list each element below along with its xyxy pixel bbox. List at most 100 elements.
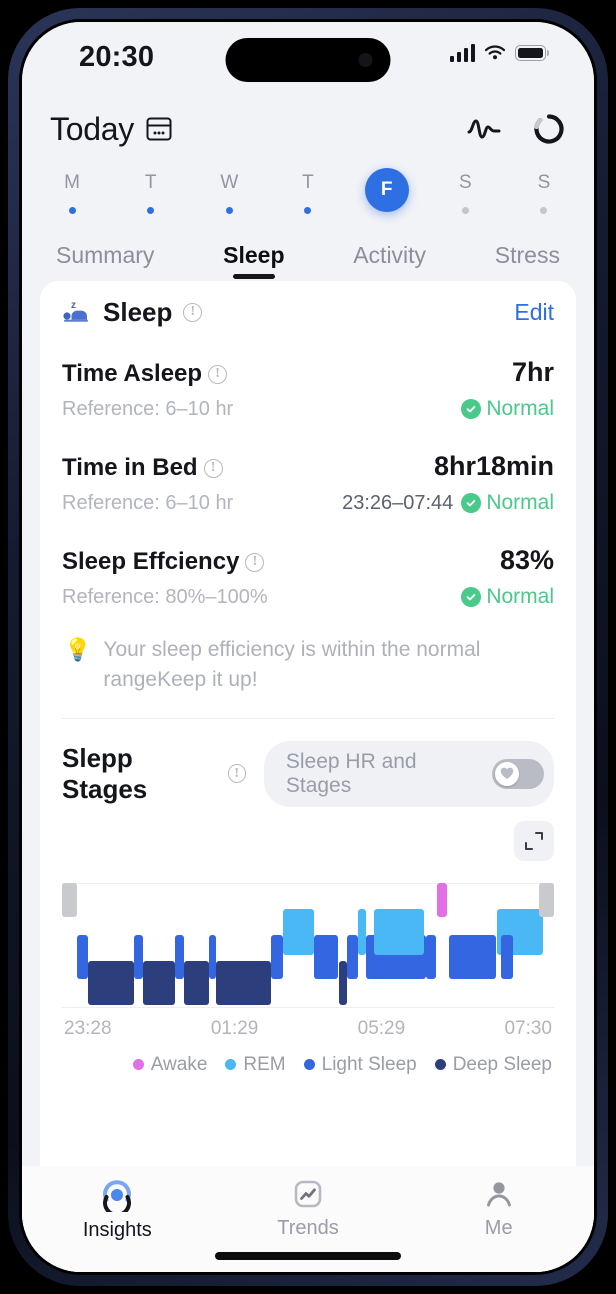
- sleep-stage-segment: [539, 882, 554, 917]
- legend-color-swatch: [303, 1059, 315, 1071]
- week-day-letter: T: [302, 172, 314, 193]
- week-day-sat[interactable]: S: [437, 168, 493, 221]
- toggle-knob: [495, 761, 520, 786]
- status-badge: Normal: [461, 491, 554, 515]
- metric-time-in-bed: Time in Bed ! 8hr18min Reference: 6–10 h…: [62, 421, 554, 515]
- x-tick: 07:30: [504, 1017, 552, 1039]
- phone-screen: 20:30 Today M T W T F S S Summary Sleep …: [22, 22, 594, 1272]
- sleep-hr-stages-toggle[interactable]: Sleep HR and Stages: [263, 740, 554, 807]
- signal-bars-icon: [449, 44, 475, 62]
- x-tick: 23:28: [64, 1017, 112, 1039]
- legend-label: Light Sleep: [321, 1053, 417, 1075]
- status-badge: Normal: [461, 397, 554, 421]
- legend-item: Awake: [132, 1054, 207, 1076]
- sleep-stage-segment: [174, 934, 184, 979]
- metric-reference: Reference: 80%–100%: [62, 585, 268, 608]
- week-day-letter: F: [364, 168, 409, 212]
- sleep-stages-title: Slepp Stages: [62, 742, 148, 804]
- week-day-thu[interactable]: T: [280, 168, 336, 221]
- sleep-card: z Sleep ! Edit Time Asleep ! 7hr Referen…: [40, 281, 576, 1272]
- tab-activity[interactable]: Activity: [353, 242, 426, 281]
- lightbulb-icon: 💡: [64, 637, 92, 662]
- sleep-stage-segment: [216, 960, 271, 1005]
- content-scroll-area[interactable]: z Sleep ! Edit Time Asleep ! 7hr Referen…: [22, 281, 594, 1272]
- sleep-stage-segment: [208, 934, 217, 979]
- status-text: Normal: [486, 585, 554, 608]
- week-day-selector[interactable]: M T W T F S S: [22, 158, 594, 225]
- hypnogram-plot[interactable]: [62, 882, 554, 1008]
- metric-time-asleep: Time Asleep ! 7hr Reference: 6–10 hr Nor…: [62, 343, 554, 421]
- sleep-stages-chart[interactable]: 23:28 01:29 05:29 07:30 Awake REM Light Sl…: [62, 882, 554, 1076]
- sleep-stage-segment: [338, 960, 348, 1005]
- phone-bezel: 20:30 Today M T W T F S S Summary Sleep …: [19, 19, 597, 1275]
- legend-color-swatch: [225, 1059, 237, 1071]
- battery-icon: [515, 45, 546, 61]
- sleep-stage-segment: [313, 934, 339, 979]
- sleep-tip-text: Your sleep efficiency is within the norm…: [103, 638, 481, 692]
- week-day-dot: [68, 207, 76, 214]
- tab-stress[interactable]: Stress: [495, 242, 560, 281]
- x-tick: 05:29: [357, 1017, 406, 1039]
- info-circle-icon[interactable]: !: [227, 764, 246, 784]
- x-tick: 01:29: [210, 1017, 259, 1039]
- sleep-stage-segment: [143, 960, 175, 1005]
- info-circle-icon[interactable]: !: [183, 302, 203, 322]
- week-day-letter: S: [458, 172, 472, 193]
- week-day-fri-selected[interactable]: F: [359, 168, 415, 221]
- week-day-dot: [540, 207, 548, 214]
- metric-label: Sleep Effciency: [62, 548, 240, 575]
- metric-reference: Reference: 6–10 hr: [62, 397, 234, 420]
- sleep-stage-segment: [358, 908, 366, 955]
- sleep-stage-segment: [184, 960, 209, 1005]
- nav-label: Insights: [82, 1219, 152, 1241]
- status-time: 20:30: [79, 41, 155, 73]
- tab-sleep[interactable]: Sleep: [223, 242, 284, 281]
- sleep-stages-header: Slepp Stages ! Sleep HR and Stages: [62, 719, 554, 807]
- metric-time-range: 23:26–07:44: [342, 491, 454, 514]
- info-circle-icon[interactable]: !: [203, 458, 223, 478]
- sleep-tip: 💡 Your sleep efficiency is within the no…: [62, 609, 554, 718]
- sleep-stage-segment: [437, 882, 447, 917]
- heart-icon: [501, 768, 514, 780]
- metric-label: Time Asleep: [62, 360, 203, 387]
- sync-ring-icon[interactable]: [532, 112, 566, 146]
- sleep-stage-segment: [270, 934, 284, 979]
- legend-color-swatch: [132, 1059, 144, 1071]
- home-indicator: [215, 1252, 401, 1260]
- week-day-dot: [304, 207, 312, 214]
- trends-chart-icon: [294, 1180, 322, 1208]
- week-day-letter: W: [220, 172, 239, 193]
- week-day-dot: [461, 207, 469, 214]
- week-day-mon[interactable]: M: [44, 168, 100, 221]
- sleep-stage-segment: [347, 934, 359, 979]
- bottom-navigation[interactable]: Insights Trends Me: [22, 1166, 594, 1272]
- info-circle-icon[interactable]: !: [245, 552, 265, 572]
- nav-item-me[interactable]: Me: [403, 1178, 594, 1240]
- today-button[interactable]: Today: [50, 111, 174, 148]
- week-day-wed[interactable]: W: [201, 168, 257, 221]
- metric-value: 7hr: [511, 357, 554, 387]
- app-header: Today: [22, 100, 594, 158]
- status-indicators: [449, 44, 546, 62]
- tab-summary[interactable]: Summary: [56, 242, 154, 281]
- calendar-icon[interactable]: [144, 114, 174, 144]
- sleep-card-header: z Sleep ! Edit: [62, 281, 554, 343]
- toggle-switch[interactable]: [492, 758, 544, 789]
- nav-label: Me: [484, 1217, 513, 1239]
- info-circle-icon[interactable]: !: [208, 364, 228, 384]
- expand-chart-button[interactable]: [514, 820, 554, 861]
- pulse-wave-icon[interactable]: [466, 114, 502, 144]
- nav-item-trends[interactable]: Trends: [213, 1178, 404, 1240]
- sleep-stage-segment: [87, 960, 134, 1005]
- nav-item-insights[interactable]: Insights: [22, 1178, 213, 1242]
- section-tabs[interactable]: Summary Sleep Activity Stress: [22, 225, 594, 281]
- week-day-tue[interactable]: T: [123, 168, 179, 221]
- week-day-letter: T: [144, 172, 157, 193]
- sleep-stage-segment: [374, 908, 424, 955]
- sleep-stage-segment: [133, 934, 144, 979]
- edit-button[interactable]: Edit: [514, 299, 554, 326]
- week-day-sun[interactable]: S: [516, 168, 572, 221]
- dynamic-island: [225, 38, 391, 82]
- person-icon: [486, 1182, 511, 1207]
- sleep-hr-stages-label: Sleep HR and Stages: [285, 749, 417, 797]
